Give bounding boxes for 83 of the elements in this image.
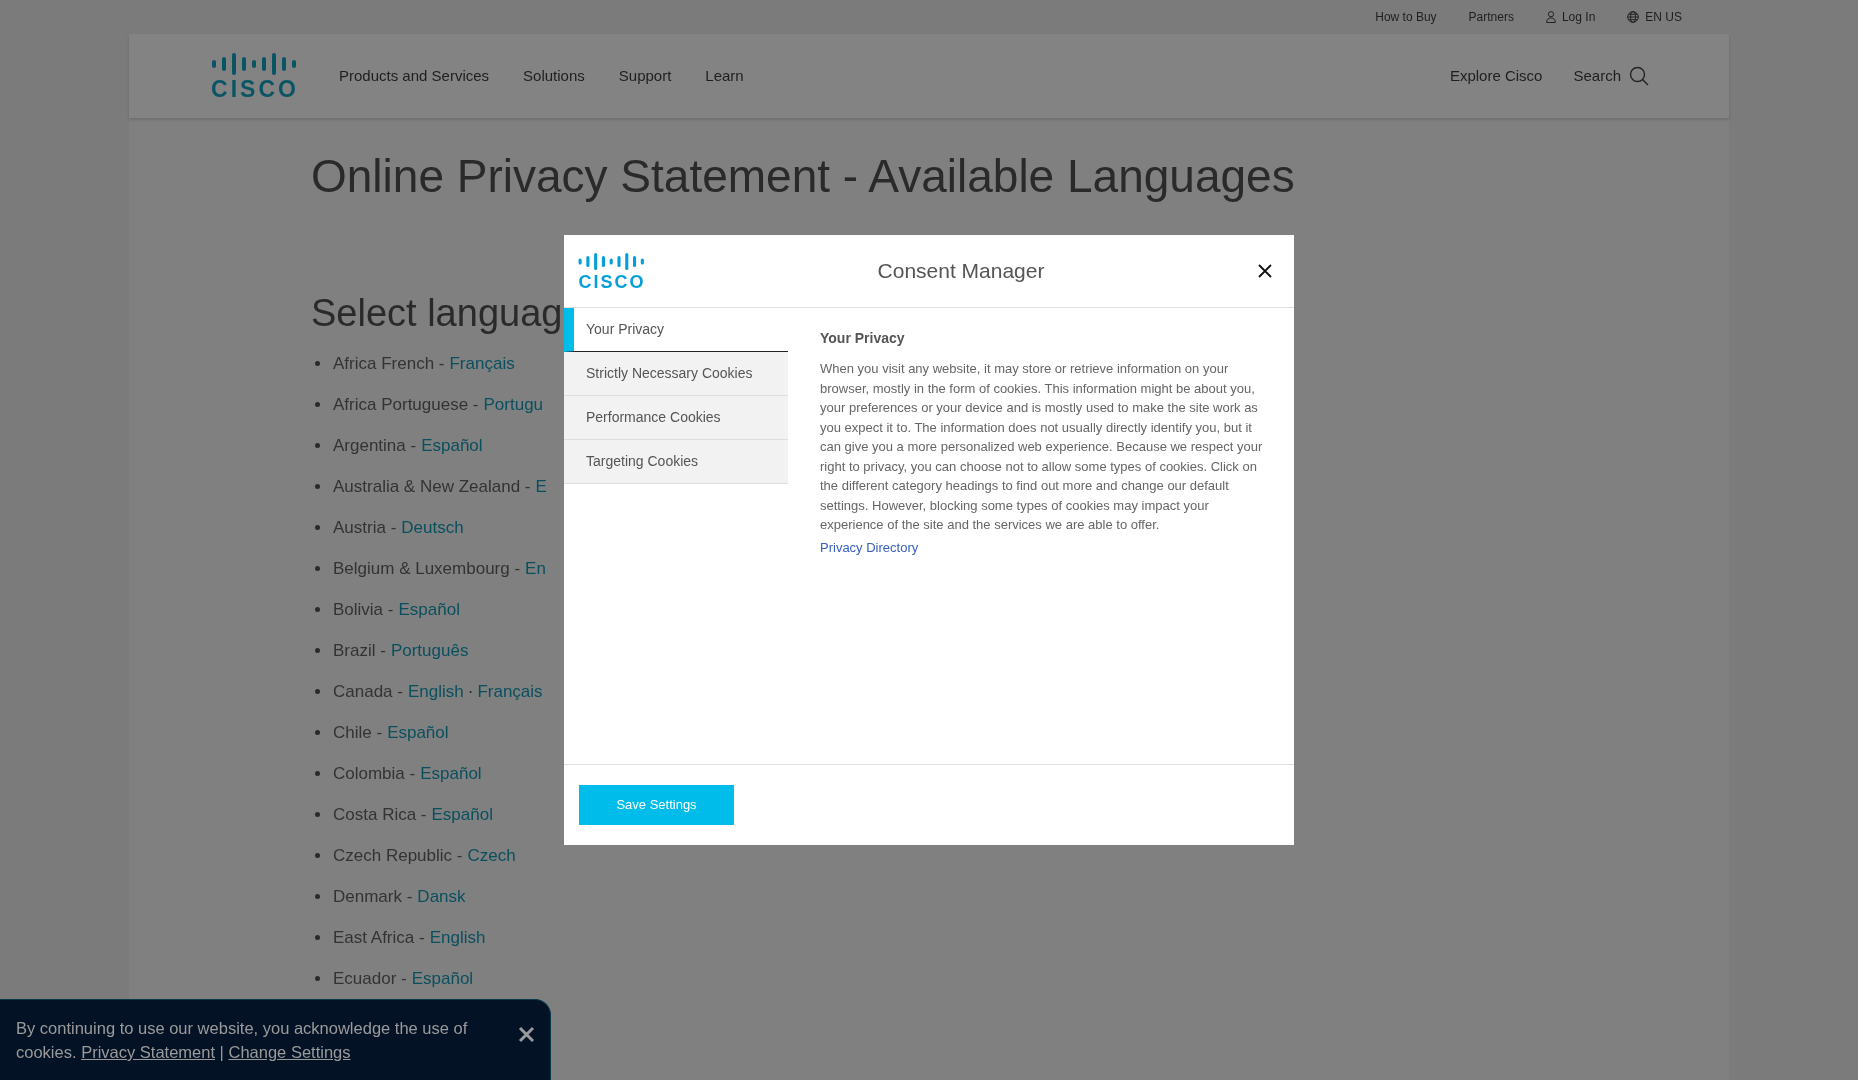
top-link[interactable]: How to Buy xyxy=(1375,8,1437,26)
language-link[interactable]: Español xyxy=(411,965,474,992)
region-label: Africa Portuguese - xyxy=(333,393,479,416)
bullet-icon xyxy=(315,771,320,776)
category-tab[interactable]: Performance Cookies xyxy=(564,396,788,440)
privacy-directory-link[interactable]: Privacy Directory xyxy=(820,539,919,555)
region-label: Brazil - xyxy=(333,639,386,662)
top-link[interactable]: EN US xyxy=(1627,8,1682,26)
bullet-icon xyxy=(315,648,320,653)
language-link[interactable]: Français xyxy=(449,350,515,377)
bullet-icon xyxy=(315,361,320,366)
language-link[interactable]: English xyxy=(407,678,464,705)
bullet-icon xyxy=(315,976,320,981)
bullet-icon xyxy=(315,689,320,694)
privacy-statement-link[interactable]: Privacy Statement xyxy=(81,1043,215,1061)
language-link[interactable]: English xyxy=(429,924,486,951)
language-link[interactable]: Português xyxy=(390,637,469,664)
nav-link[interactable]: Learn xyxy=(705,64,744,88)
language-link[interactable]: Dansk xyxy=(417,883,466,910)
nav-link[interactable]: Support xyxy=(618,64,672,88)
nav-link[interactable]: Products and Services xyxy=(339,64,490,88)
cisco-logo: CISCO xyxy=(577,251,647,291)
region-label: Ecuador - xyxy=(333,967,407,990)
globe-icon xyxy=(1627,11,1640,23)
top-link[interactable]: Partners xyxy=(1468,8,1514,26)
region-label: Canada - xyxy=(333,680,403,703)
region-label: Belgium & Luxembourg - xyxy=(333,557,521,580)
region-label: Denmark - xyxy=(333,885,413,908)
category-tab[interactable]: Strictly Necessary Cookies xyxy=(564,352,788,396)
language-link[interactable]: Español xyxy=(420,760,482,787)
save-settings-button[interactable]: Save Settings xyxy=(579,785,734,825)
close-icon xyxy=(1258,264,1272,278)
section-heading: Your Privacy xyxy=(820,329,906,348)
language-link[interactable]: E xyxy=(535,473,547,500)
language-link[interactable]: Portugu xyxy=(483,391,544,418)
bullet-icon xyxy=(315,484,320,489)
cookie-notice-text: By continuing to use our website, you acknowledge the use of cookies. Privacy Statement | Change Settings xyxy=(16,1018,469,1063)
region-label: East Africa - xyxy=(333,926,425,949)
language-link[interactable]: Deutsch xyxy=(401,514,464,541)
language-link[interactable]: En xyxy=(525,555,546,582)
cisco-logo[interactable]: CISCO xyxy=(207,51,303,101)
language-link[interactable]: Español xyxy=(431,801,493,828)
search-icon xyxy=(1629,66,1649,86)
region-label: Chile - xyxy=(333,721,383,744)
bullet-icon xyxy=(315,812,320,817)
close-button[interactable] xyxy=(516,1024,536,1044)
bullet-icon xyxy=(315,566,320,571)
region-label: Costa Rica - xyxy=(333,803,427,826)
user-icon xyxy=(1545,11,1556,23)
category-tab[interactable]: Targeting Cookies xyxy=(564,440,788,484)
top-link[interactable]: Log In xyxy=(1545,8,1596,26)
search-button[interactable]: Search xyxy=(1573,64,1649,88)
close-icon xyxy=(517,1025,535,1043)
region-label: Czech Republic - xyxy=(333,844,463,867)
bullet-icon xyxy=(315,402,320,407)
privacy-text: When you visit any website, it may store or retrieve information on your browser, mostly in the form of cookies. This information might be about you, your preferences or your device and is mostly used to make the site work as you expect it to. The information does not usually directly identify you, but it can give you a more personalized web experience. Because we respect your right to privacy, you can choose not to allow some types of cookies. Click on the different category headings to find out more and change our default settings. However, blocking some types of cookies may impact your experience of the site and the services we are able to offer. xyxy=(820,360,1264,534)
bullet-icon xyxy=(315,853,320,858)
region-label: Colombia - xyxy=(333,762,416,785)
language-link[interactable]: Français xyxy=(477,678,543,705)
bullet-icon xyxy=(315,525,320,530)
logo-bars-icon xyxy=(577,251,647,271)
section-title: Select languag xyxy=(311,290,563,336)
bullet-icon xyxy=(315,607,320,612)
bullet-icon xyxy=(315,935,320,940)
region-label: Africa French - xyxy=(333,352,445,375)
bullet-icon xyxy=(315,443,320,448)
region-label: Australia & New Zealand - xyxy=(333,475,531,498)
nav-link[interactable]: Solutions xyxy=(523,64,585,88)
language-link[interactable]: Español xyxy=(387,719,449,746)
region-label: Argentina - xyxy=(333,434,417,457)
category-tab[interactable]: Your Privacy xyxy=(564,308,788,352)
separator: · xyxy=(467,680,474,703)
bullet-icon xyxy=(315,730,320,735)
explore-link[interactable]: Explore Cisco xyxy=(1449,64,1543,88)
page-title: Online Privacy Statement - Available Languages xyxy=(311,149,1296,204)
change-settings-link[interactable]: Change Settings xyxy=(228,1043,351,1061)
bullet-icon xyxy=(315,894,320,899)
dialog-title: Consent Manager xyxy=(877,258,1045,285)
region-label: Bolivia - xyxy=(333,598,394,621)
language-link[interactable]: Español xyxy=(398,596,460,623)
region-label: Austria - xyxy=(333,516,397,539)
language-link[interactable]: Czech xyxy=(467,842,516,869)
language-link[interactable]: Español xyxy=(421,432,483,459)
